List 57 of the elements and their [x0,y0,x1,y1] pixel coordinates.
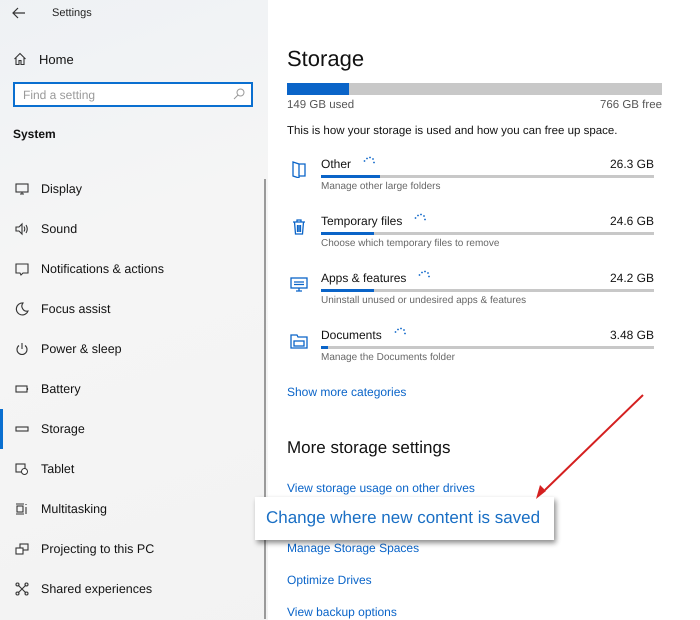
callout-tooltip: Change where new content is saved [255,497,554,540]
loading-spinner-icon [394,327,406,335]
nav-item[interactable]: Projecting to this PC [0,529,162,569]
used-space-label: 149 GB used [287,98,354,113]
nav-item[interactable]: Battery [0,369,89,409]
share-nodes-icon [15,582,29,596]
settings-link[interactable]: Optimize Drives [287,572,372,588]
category-name[interactable]: Documents [321,328,382,342]
nav-item[interactable]: Storage [0,409,93,449]
search-field[interactable]: Find a setting [13,82,253,107]
folder-icon [290,160,308,178]
window-layout-icon [15,502,29,516]
page-title: Storage [287,45,364,73]
category-hint: Uninstall unused or undesired apps & features [321,295,528,306]
nav-item[interactable]: Focus assist [0,289,118,329]
screens-icon [15,542,29,556]
nav-item[interactable]: Shared experiences [0,569,160,609]
category-size: 3.48 GB [610,328,654,342]
section-heading: System [12,127,57,141]
nav-item[interactable]: Sound [0,209,86,249]
category-size: 24.6 GB [610,214,654,228]
monitor-icon [15,182,29,196]
settings-link[interactable]: View storage usage on other drives [287,480,475,496]
home-icon [13,52,27,66]
category-hint: Choose which temporary files to remove [321,238,500,249]
moon-icon [15,302,29,316]
loading-spinner-icon [418,270,430,278]
speaker-icon [15,222,29,236]
settings-link[interactable]: Manage Storage Spaces [287,540,420,556]
nav-item[interactable]: Display [0,169,90,209]
search-icon [233,88,245,100]
category-size: 26.3 GB [610,157,654,171]
category-size: 24.2 GB [610,271,654,285]
loading-spinner-icon [414,213,426,221]
nav-item[interactable]: Tablet [0,449,82,489]
tablet-icon [15,462,29,476]
category-name[interactable]: Other [321,157,352,171]
nav-item[interactable]: Power & sleep [0,329,130,369]
power-icon [15,342,29,356]
category-hint: Manage the Documents folder [321,352,456,363]
home-label: Home [39,52,74,66]
nav-item[interactable]: Notifications & actions [0,249,172,289]
category-name[interactable]: Temporary files [321,214,402,228]
home-nav-item[interactable]: Home [0,48,268,70]
category-hint: Manage other large folders [321,181,442,192]
section-heading: More storage settings [287,437,450,459]
loading-spinner-icon [363,156,376,164]
message-icon [15,262,29,276]
show-more-link[interactable]: Show more categories [287,384,406,400]
window-title: Settings [52,7,92,19]
back-arrow-icon[interactable] [12,7,26,19]
category-name[interactable]: Apps & features [321,271,406,285]
description-text: This is how your storage is used and how you can free up space. [287,124,618,139]
free-space-label: 766 GB free [600,98,662,113]
settings-link[interactable]: View backup options [287,604,397,620]
nav-item[interactable]: Multitasking [0,489,115,529]
trash-icon [290,217,308,235]
